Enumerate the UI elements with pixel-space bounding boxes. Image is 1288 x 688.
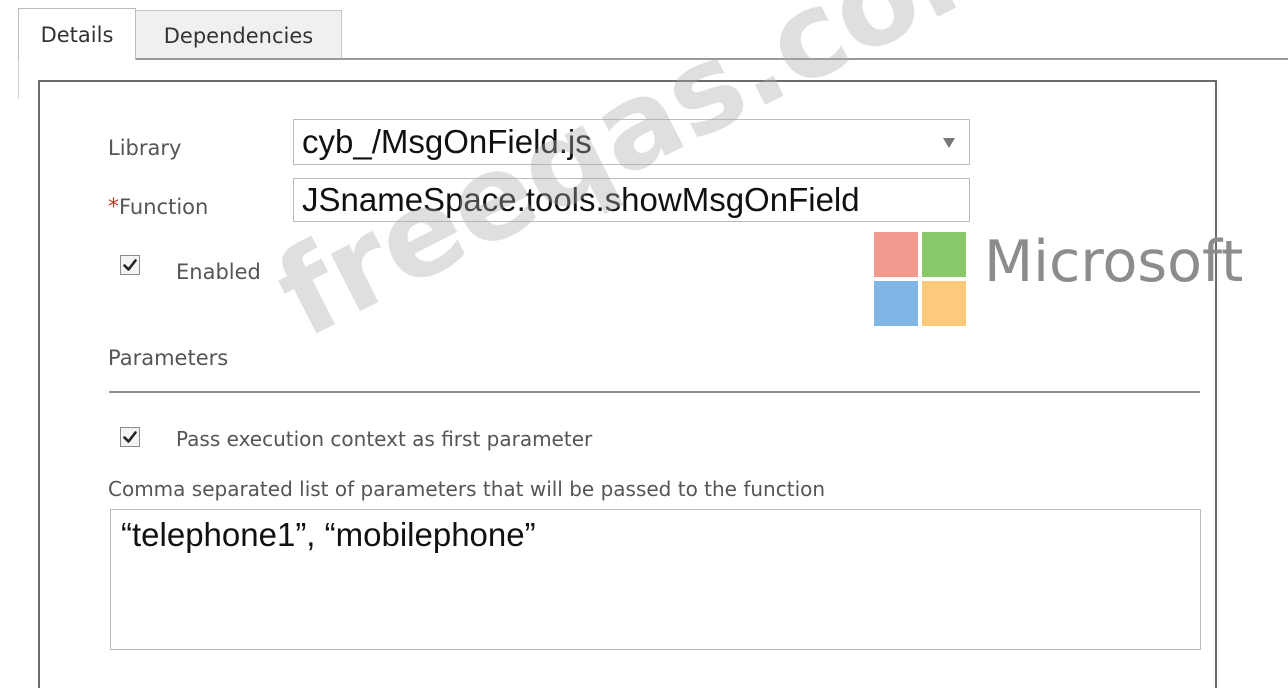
microsoft-logo [874, 232, 966, 326]
library-label: Library [108, 136, 182, 160]
pass-context-checkbox[interactable] [120, 427, 140, 447]
checkmark-icon [123, 259, 137, 271]
workflow-event-handler-dialog: Details Dependencies Library cyb_/MsgOnF… [0, 0, 1288, 688]
checkmark-icon [123, 431, 137, 443]
microsoft-wordmark: Microsoft [984, 229, 1244, 295]
library-select-value: cyb_/MsgOnField.js [302, 123, 592, 160]
details-panel: Library cyb_/MsgOnField.js *Function JSn… [38, 80, 1217, 688]
params-list-label: Comma separated list of parameters that … [108, 477, 826, 501]
tab-dependencies[interactable]: Dependencies [136, 10, 342, 60]
tab-details[interactable]: Details [18, 8, 136, 60]
function-input-value: JSnameSpace.tools.showMsgOnField [302, 181, 860, 218]
required-asterisk: * [108, 195, 119, 220]
library-select[interactable]: cyb_/MsgOnField.js [293, 119, 970, 165]
function-label-group: *Function [108, 195, 208, 220]
tab-strip-baseline [136, 58, 1288, 60]
function-label: Function [119, 195, 209, 219]
enabled-label: Enabled [176, 260, 261, 284]
pass-context-label: Pass execution context as first paramete… [176, 427, 593, 451]
logo-square-green [922, 232, 966, 277]
parameters-heading: Parameters [108, 346, 229, 370]
tab-content-border [18, 59, 19, 99]
tab-strip: Details Dependencies [18, 8, 342, 60]
parameters-divider [109, 391, 1200, 393]
logo-square-yellow [922, 281, 966, 326]
function-input[interactable]: JSnameSpace.tools.showMsgOnField [293, 178, 970, 222]
logo-square-blue [874, 281, 918, 326]
chevron-down-icon[interactable] [943, 138, 955, 148]
enabled-checkbox[interactable] [120, 255, 140, 275]
params-list-textarea[interactable]: “telephone1”, “mobilephone” [110, 509, 1201, 650]
logo-square-red [874, 232, 918, 277]
